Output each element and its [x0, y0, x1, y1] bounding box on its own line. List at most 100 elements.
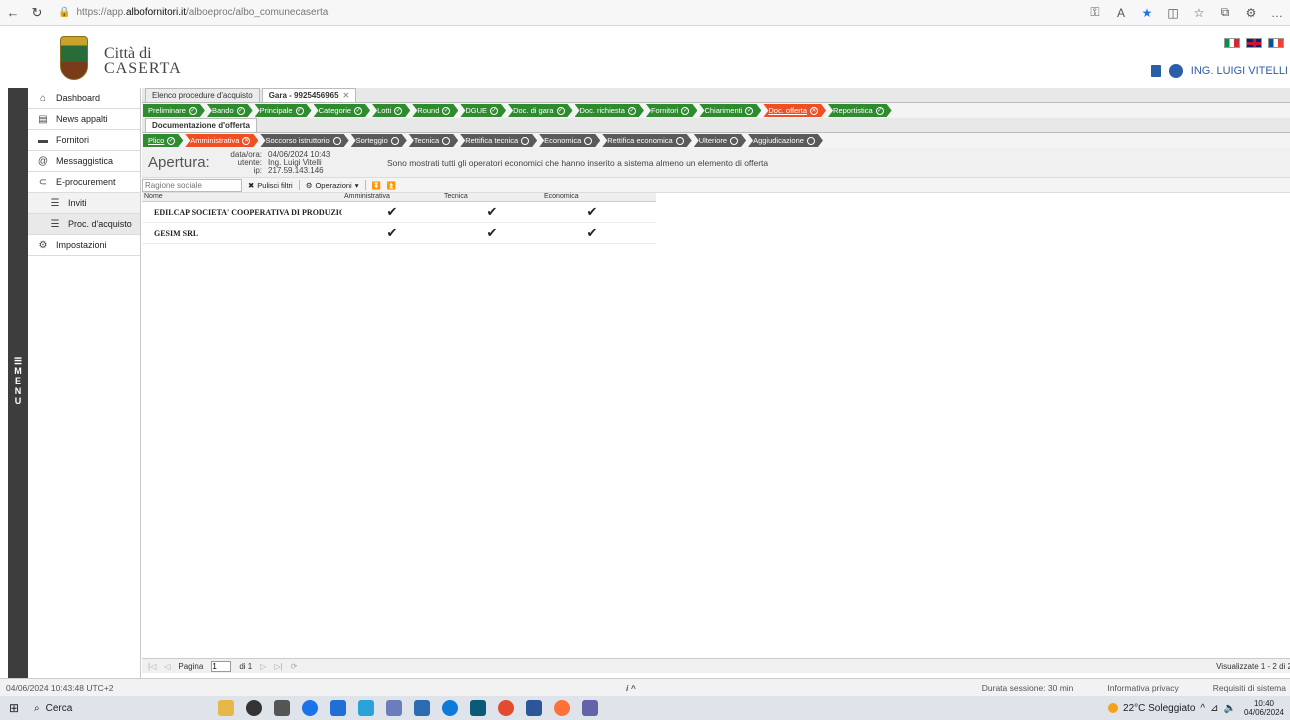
col-header-economica[interactable]: Economica	[542, 193, 642, 201]
sidebar-item-dashboard[interactable]: ⌂ Dashboard	[28, 88, 140, 109]
step-categorie[interactable]: Categorie ✓	[314, 104, 371, 117]
flag-fr-icon[interactable]	[1268, 38, 1284, 48]
user-name[interactable]: ING. LUIGI VITELLI	[1191, 65, 1288, 77]
firefox-icon[interactable]	[554, 700, 570, 716]
user-icon[interactable]	[1168, 64, 1183, 78]
flag-uk-icon[interactable]	[1246, 38, 1262, 48]
flag-it-icon[interactable]	[1224, 38, 1240, 48]
requirements-link[interactable]: Requisiti di sistema	[1213, 683, 1286, 693]
sidebar-item-impostazioni[interactable]: ⚙ Impostazioni	[28, 235, 140, 256]
substep-amministrativa[interactable]: Amministrativa ✕	[185, 134, 258, 147]
clock-date: 04/06/2024	[1243, 708, 1284, 717]
privacy-link[interactable]: Informativa privacy	[1107, 683, 1178, 693]
table-row[interactable]: GESIM SRL ✔ ✔ ✔	[142, 223, 656, 244]
manual-icon[interactable]	[1150, 65, 1161, 77]
step-dgue[interactable]: DGUE ✓	[460, 104, 506, 117]
ragione-sociale-filter[interactable]	[142, 178, 242, 192]
substep-aggiudicazione[interactable]: Aggiudicazione	[748, 134, 823, 147]
sidebar-item-eprocurement[interactable]: ⊂ E-procurement	[28, 172, 140, 193]
substep-rettifica-tecnica[interactable]: Rettifica tecnica	[460, 134, 537, 147]
app-icon[interactable]	[386, 700, 402, 716]
sidebar-item-news[interactable]: ▤ News appalti	[28, 109, 140, 130]
pending-circle-icon	[442, 137, 450, 145]
tab-gara[interactable]: Gara - 9925456965 ✕	[261, 88, 357, 102]
step-doc-offerta[interactable]: Doc. offerta ✕	[763, 104, 826, 117]
expand-all-icon[interactable]: ⏬	[372, 181, 381, 190]
teams-icon[interactable]	[582, 700, 598, 716]
sidebar-item-fornitori[interactable]: ▬ Fornitori	[28, 130, 140, 151]
chrome-alt-icon[interactable]	[498, 700, 514, 716]
refresh-icon[interactable]: ⟳	[291, 662, 298, 671]
sidebar-item-label: E-procurement	[56, 177, 116, 187]
tray-chevron-icon[interactable]: ^	[1200, 703, 1205, 714]
favorites-icon[interactable]: ☆	[1186, 6, 1212, 20]
menu-letter: U	[14, 396, 22, 406]
address-bar[interactable]: 🔒 https://app. albofornitori.it/alboeproc…	[58, 3, 1082, 23]
operations-dropdown[interactable]: ⚙ Operazioni ▾	[306, 181, 359, 190]
reload-icon[interactable]: ↻	[26, 2, 48, 24]
step-preliminare[interactable]: Preliminare ✓	[143, 104, 205, 117]
split-icon[interactable]: ◫	[1160, 6, 1186, 20]
sidebar-item-proc-acquisto[interactable]: ☰ Proc. d'acquisto	[28, 214, 140, 235]
clock[interactable]: 10:40 04/06/2024	[1244, 699, 1284, 717]
sidebar-item-messaggistica[interactable]: @ Messaggistica	[28, 151, 140, 172]
prev-page-icon[interactable]: ◁	[164, 662, 170, 671]
substep-sorteggio[interactable]: Sorteggio	[351, 134, 407, 147]
weather-widget[interactable]: 22°C Soleggiato ^ ⊿ 🔈	[1108, 703, 1236, 714]
col-header-amministrativa[interactable]: Amministrativa	[342, 193, 442, 201]
network-icon[interactable]: ⊿	[1210, 703, 1218, 714]
windows-start-icon[interactable]: ⊞	[0, 701, 28, 715]
close-icon[interactable]: ✕	[343, 91, 350, 100]
taskview-icon[interactable]	[246, 700, 262, 716]
star-icon[interactable]: ★	[1134, 6, 1160, 20]
substep-tecnica[interactable]: Tecnica	[409, 134, 458, 147]
back-icon[interactable]: ←	[2, 2, 24, 24]
step-principale[interactable]: Principale ✓	[255, 104, 312, 117]
step-reportistica[interactable]: Reportistica ✓	[828, 104, 892, 117]
col-header-tecnica[interactable]: Tecnica	[442, 193, 542, 201]
substep-ulteriore[interactable]: Ulteriore	[694, 134, 746, 147]
extensions-icon[interactable]: ⚙	[1238, 6, 1264, 20]
collapse-all-icon[interactable]: ⏫	[387, 181, 396, 190]
more-icon[interactable]: …	[1264, 6, 1290, 20]
tab-documentazione-offerta[interactable]: Documentazione d'offerta	[145, 118, 257, 132]
substep-plico[interactable]: Plico ✓	[143, 134, 183, 147]
next-page-icon[interactable]: ▷	[260, 662, 266, 671]
explorer-icon[interactable]	[414, 700, 430, 716]
step-doc-richiesta[interactable]: Doc. richiesta ✓	[575, 104, 644, 117]
calculator-icon[interactable]	[470, 700, 486, 716]
check-circle-icon: ✓	[395, 107, 401, 114]
collections-icon[interactable]: ⧉	[1212, 5, 1238, 20]
volume-icon[interactable]: 🔈	[1224, 703, 1236, 714]
step-lotti[interactable]: Lotti ✓	[372, 104, 410, 117]
substep-economica[interactable]: Economica	[539, 134, 600, 147]
menu-toggle[interactable]: ☰ M E N U	[8, 88, 28, 678]
step-fornitori[interactable]: Fornitori ✓	[646, 104, 698, 117]
info-toggle[interactable]: i ^	[626, 683, 946, 693]
widget-icon[interactable]	[218, 700, 234, 716]
step-bando[interactable]: Bando ✓	[207, 104, 253, 117]
sidebar-item-inviti[interactable]: ☰ Inviti	[28, 193, 140, 214]
substep-rettifica-economica[interactable]: Rettifica economica	[602, 134, 691, 147]
last-page-icon[interactable]: ▷|	[274, 662, 282, 671]
read-aloud-icon[interactable]: A	[1108, 6, 1134, 20]
step-round[interactable]: Round ✓	[412, 104, 458, 117]
widgets-icon[interactable]	[274, 700, 290, 716]
tab-elenco-procedure[interactable]: Elenco procedure d'acquisto	[145, 88, 260, 102]
step-doc-di-gara[interactable]: Doc. di gara ✓	[508, 104, 572, 117]
store-icon[interactable]	[330, 700, 346, 716]
edge-icon[interactable]	[442, 700, 458, 716]
page-input[interactable]	[211, 660, 232, 672]
first-page-icon[interactable]: |◁	[148, 662, 156, 671]
table-row[interactable]: EDILCAP SOCIETA' COOPERATIVA DI PRODUZIO…	[142, 202, 656, 223]
key-icon[interactable]: ⚿	[1082, 5, 1108, 20]
col-header-nome[interactable]: Nome	[142, 193, 342, 201]
substep-soccorso-istruttorio[interactable]: Soccorso istruttorio	[260, 134, 348, 147]
word-icon[interactable]	[526, 700, 542, 716]
chrome-icon[interactable]	[302, 700, 318, 716]
step-chiarimenti[interactable]: Chiarimenti ✓	[699, 104, 761, 117]
mail-icon[interactable]	[358, 700, 374, 716]
menu-letter: E	[14, 376, 21, 386]
clear-filters-button[interactable]: ✖ Pulisci filtri	[248, 181, 293, 190]
taskbar-search[interactable]: ⌕ Cerca	[28, 703, 118, 714]
